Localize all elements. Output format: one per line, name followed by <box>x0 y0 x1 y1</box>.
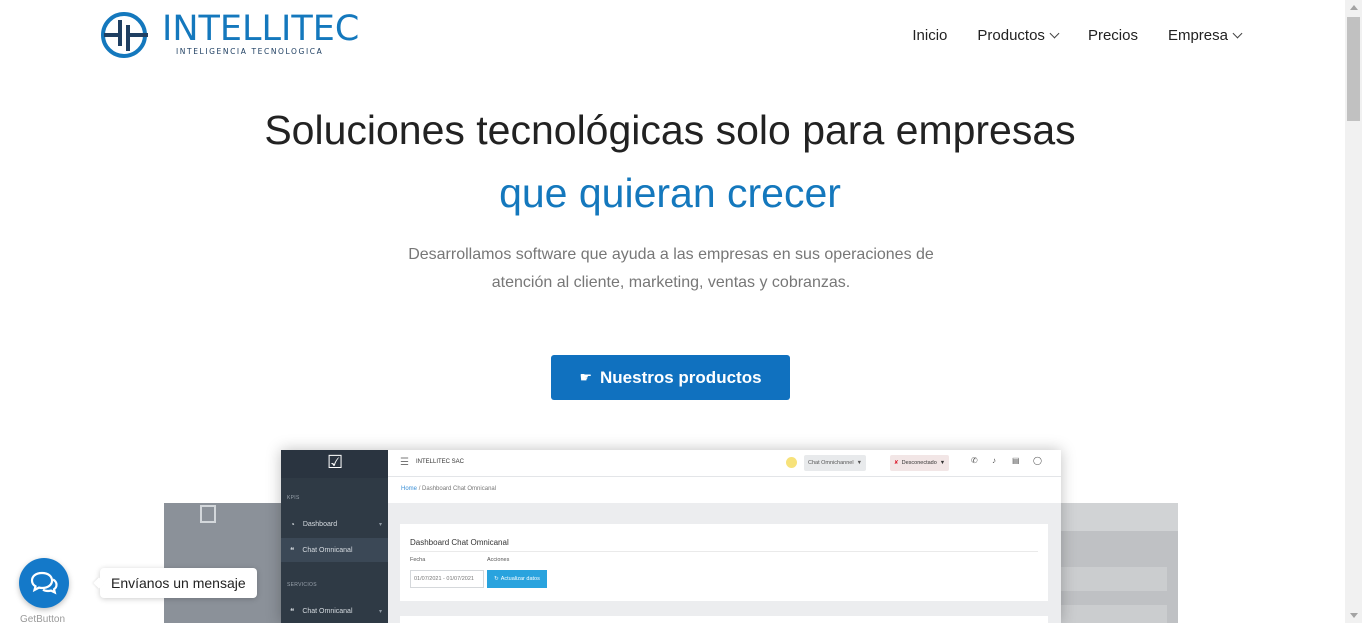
mockup-sidebar <box>164 503 281 623</box>
chevron-down-icon: ▼ <box>939 460 946 466</box>
hero-title: Soluciones tecnológicas solo para empres… <box>264 107 1076 153</box>
dashboard-mockup: ☑ KPIS ◔ Dashboard ▾ ❝ Chat Omnicanal SE… <box>281 450 1061 623</box>
company-name: INTELLITEC SAC <box>416 459 465 465</box>
scroll-up-icon[interactable] <box>1350 5 1358 10</box>
sidebar-section-services: SERVICIOS <box>287 582 317 588</box>
sidebar-item-label: Chat Omnicanal <box>302 607 353 615</box>
channel-select[interactable]: Chat Omnichannel ▼ <box>804 455 867 471</box>
breadcrumb-home[interactable]: Home <box>401 486 417 492</box>
sidebar-item-label: Dashboard <box>302 520 338 528</box>
chat-icon: ❝ <box>290 545 295 555</box>
sidebar-item-chat-omnicanal[interactable]: ❝ Chat Omnicanal <box>281 538 388 562</box>
chat-bubbles-icon <box>30 571 58 595</box>
divider <box>410 551 1038 552</box>
checkbox-logo-icon: ☑ <box>327 452 344 472</box>
calendar-icon[interactable]: ▤ <box>1012 456 1020 465</box>
actions-label: Acciones <box>487 557 510 563</box>
nav-label: Productos <box>977 27 1045 44</box>
intellitec-logo-icon <box>101 12 148 58</box>
breadcrumb-separator: / <box>418 486 421 492</box>
chevron-down-icon: ▾ <box>378 608 382 615</box>
sidebar-item-dashboard[interactable]: ◔ Dashboard ▾ <box>281 512 388 536</box>
chevron-down-icon: ▼ <box>856 460 863 466</box>
sidebar-item-label: Chat Omnicanal <box>302 546 353 554</box>
nav-label: Empresa <box>1167 27 1228 44</box>
status-light-icon <box>786 457 797 468</box>
site-header: INTELLITEC INTELIGENCIA TECNOLOGICA Inic… <box>0 0 1345 75</box>
nav-item-inicio[interactable]: Inicio <box>912 27 947 44</box>
dashboard-card-secondary <box>400 616 1048 623</box>
date-label: Fecha <box>410 557 426 563</box>
mockup-row <box>1061 567 1167 591</box>
hero-description-line: Desarrollamos software que ayuda a las e… <box>408 246 934 263</box>
chevron-down-icon: ▾ <box>378 521 382 528</box>
products-button[interactable]: ☛ Nuestros productos <box>551 355 790 400</box>
sidebar-item-chat-omnicanal-service[interactable]: ❝ Chat Omnicanal ▾ <box>281 599 388 623</box>
chevron-down-icon <box>1049 28 1060 39</box>
checkbox-logo-icon <box>200 505 216 523</box>
date-range-input[interactable]: 01/07/2021 - 01/07/2021 <box>410 570 484 588</box>
breadcrumb-current: Dashboard Chat Omnicanal <box>422 486 497 492</box>
mockup-topbar: ☰ INTELLITEC SAC Chat Omnichannel ▼ ✘ De… <box>388 450 1061 477</box>
nav-item-productos[interactable]: Productos <box>977 27 1060 44</box>
chat-icon: ❝ <box>290 606 295 616</box>
dashboard-card: Dashboard Chat Omnicanal Fecha Acciones … <box>400 524 1048 601</box>
pointing-hand-icon: ☛ <box>579 369 593 385</box>
dashboard-icon: ◔ <box>290 519 295 529</box>
brand-tagline: INTELIGENCIA TECNOLOGICA <box>176 47 324 56</box>
hero-description-line: atención al cliente, marketing, ventas y… <box>491 274 851 291</box>
status-select[interactable]: ✘ Desconectado ▼ <box>890 455 950 471</box>
menu-icon[interactable]: ☰ <box>400 457 409 468</box>
scroll-down-icon[interactable] <box>1350 613 1358 618</box>
phone-icon[interactable]: ✆ <box>971 456 978 465</box>
hero-title-accent: que quieran crecer <box>499 170 841 216</box>
bell-icon[interactable]: ♪ <box>992 456 996 465</box>
nav-label: Precios <box>1087 27 1138 44</box>
channel-select-value: Chat Omnichannel <box>808 460 854 466</box>
sidebar-section-kpis: KPIS <box>287 495 300 501</box>
card-title: Dashboard Chat Omnicanal <box>410 538 509 547</box>
user-icon[interactable]: ◯ <box>1033 456 1042 465</box>
refresh-data-button[interactable]: ↻ Actualizar datos <box>487 570 547 588</box>
hero-description: Desarrollamos software que ayuda a las e… <box>390 241 952 297</box>
nav-item-precios[interactable]: Precios <box>1088 27 1138 44</box>
chat-widget-message[interactable]: Envíanos un mensaje <box>100 568 257 598</box>
scrollbar-thumb[interactable] <box>1347 17 1360 121</box>
chevron-down-icon <box>1232 28 1243 39</box>
refresh-icon: ↻ <box>494 576 499 582</box>
brand-name: INTELLITEC <box>162 9 360 49</box>
mockup-row <box>1061 605 1167 623</box>
mockup-sidebar: ☑ KPIS ◔ Dashboard ▾ ❝ Chat Omnicanal SE… <box>281 450 388 623</box>
getbutton-credit[interactable]: GetButton <box>20 614 65 623</box>
mockup-logo: ☑ <box>281 450 388 478</box>
page-scrollbar[interactable] <box>1345 0 1362 623</box>
brand-logo[interactable]: INTELLITEC INTELIGENCIA TECNOLOGICA <box>100 9 359 59</box>
refresh-data-label: Actualizar datos <box>500 576 540 582</box>
status-select-value: Desconectado <box>901 460 937 466</box>
nav-item-empresa[interactable]: Empresa <box>1167 27 1243 44</box>
main-nav: Inicio Productos Precios Empresa <box>912 27 1243 44</box>
mockup-breadcrumb: Home / Dashboard Chat Omnicanal <box>388 477 1061 503</box>
disconnect-icon: ✘ <box>894 460 899 466</box>
chat-widget-button[interactable] <box>19 558 69 608</box>
nav-label: Inicio <box>912 27 948 44</box>
products-button-label: Nuestros productos <box>600 367 762 387</box>
